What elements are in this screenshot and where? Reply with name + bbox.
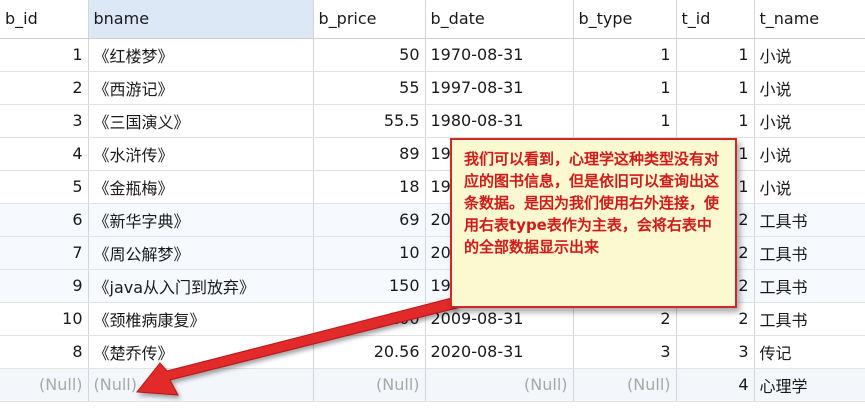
table-cell-b_id[interactable]: 7 xyxy=(0,236,89,270)
table-cell-t_id[interactable]: 4 xyxy=(676,368,755,402)
table-cell-b_date[interactable]: 1997-08-31 xyxy=(425,71,574,105)
table-cell-bname[interactable]: 《三国演义》 xyxy=(88,104,314,138)
table-cell-bname[interactable]: 《水浒传》 xyxy=(88,137,314,171)
table-cell-t_name[interactable]: 小说 xyxy=(754,137,865,171)
table-cell-b_type[interactable]: 1 xyxy=(573,38,677,72)
table-cell-b_price[interactable]: 55.5 xyxy=(313,104,426,138)
column-header-bname[interactable]: bname xyxy=(88,0,314,39)
table-cell-b_price[interactable]: 18 xyxy=(313,170,426,204)
table-cell-t_name[interactable]: 传记 xyxy=(754,335,865,369)
table-cell-b_id[interactable]: 6 xyxy=(0,203,89,237)
table-cell-t_name[interactable]: 小说 xyxy=(754,170,865,204)
table-cell-bname[interactable]: 《java从入门到放弃》 xyxy=(88,269,314,303)
table-cell-t_id[interactable]: 3 xyxy=(676,335,755,369)
table-cell-b_price[interactable]: 50 xyxy=(313,38,426,72)
table-cell-bname[interactable]: 《颈椎病康复》 xyxy=(88,302,314,336)
table-row[interactable]: 1 《红楼梦》 50 1970-08-31 1 1 小说 xyxy=(0,38,865,72)
table-cell-b_id[interactable]: 1 xyxy=(0,38,89,72)
table-cell-t_id[interactable]: 1 xyxy=(676,38,755,72)
table-cell-b_price[interactable]: 20.56 xyxy=(313,335,426,369)
table-cell-b_type[interactable]: (Null) xyxy=(573,368,677,402)
header-row: b_id bname b_price b_date b_type t_id t_… xyxy=(0,0,865,39)
column-header-b_price[interactable]: b_price xyxy=(313,0,426,39)
annotation-text: 我们可以看到，心理学这种类型没有对应的图书信息，但是依旧可以查询出这条数据。是因… xyxy=(464,150,720,256)
column-header-t_name[interactable]: t_name xyxy=(754,0,865,39)
table-row[interactable]: 8 《楚乔传》 20.56 2020-08-31 3 3 传记 xyxy=(0,335,865,369)
table-cell-b_date[interactable]: 1970-08-31 xyxy=(425,38,574,72)
column-header-b_id[interactable]: b_id xyxy=(0,0,89,39)
table-cell-b_price[interactable]: 89 xyxy=(313,137,426,171)
table-cell-b_price[interactable]: (Null) xyxy=(313,368,426,402)
table-cell-bname[interactable]: 《新华字典》 xyxy=(88,203,314,237)
table-cell-b_date[interactable]: (Null) xyxy=(425,368,574,402)
table-cell-t_id[interactable]: 1 xyxy=(676,104,755,138)
column-header-b_type[interactable]: b_type xyxy=(573,0,677,39)
table-cell-t_name[interactable]: 小说 xyxy=(754,104,865,138)
table-cell-t_name[interactable]: 小说 xyxy=(754,38,865,72)
table-cell-t_name[interactable]: 工具书 xyxy=(754,302,865,336)
table-cell-t_id[interactable]: 1 xyxy=(676,71,755,105)
table-cell-b_price[interactable]: 200 xyxy=(313,302,426,336)
table-cell-b_id[interactable]: 4 xyxy=(0,137,89,171)
table-cell-b_id[interactable]: (Null) xyxy=(0,368,89,402)
table-cell-b_id[interactable]: 2 xyxy=(0,71,89,105)
table-cell-t_name[interactable]: 工具书 xyxy=(754,269,865,303)
table-cell-bname[interactable]: 《楚乔传》 xyxy=(88,335,314,369)
table-cell-b_id[interactable]: 5 xyxy=(0,170,89,204)
annotation-callout: 我们可以看到，心理学这种类型没有对应的图书信息，但是依旧可以查询出这条数据。是因… xyxy=(450,138,737,308)
table-cell-b_price[interactable]: 150 xyxy=(313,269,426,303)
table-cell-bname[interactable]: 《西游记》 xyxy=(88,71,314,105)
table-cell-b_date[interactable]: 2020-08-31 xyxy=(425,335,574,369)
table-cell-t_name[interactable]: 工具书 xyxy=(754,203,865,237)
table-cell-bname[interactable]: 《周公解梦》 xyxy=(88,236,314,270)
table-cell-t_name[interactable]: 工具书 xyxy=(754,236,865,270)
table-cell-b_type[interactable]: 1 xyxy=(573,104,677,138)
table-cell-b_price[interactable]: 55 xyxy=(313,71,426,105)
table-cell-b_price[interactable]: 10 xyxy=(313,236,426,270)
table-cell-t_name[interactable]: 心理学 xyxy=(754,368,865,402)
table-cell-b_type[interactable]: 3 xyxy=(573,335,677,369)
column-header-t_id[interactable]: t_id xyxy=(676,0,755,39)
table-cell-t_name[interactable]: 小说 xyxy=(754,71,865,105)
table-cell-bname[interactable]: (Null) xyxy=(88,368,314,402)
table-row[interactable]: (Null) (Null) (Null) (Null) (Null) 4 心理学 xyxy=(0,368,865,402)
table-cell-b_id[interactable]: 10 xyxy=(0,302,89,336)
table-cell-b_price[interactable]: 69 xyxy=(313,203,426,237)
column-header-b_date[interactable]: b_date xyxy=(425,0,574,39)
table-cell-bname[interactable]: 《金瓶梅》 xyxy=(88,170,314,204)
table-cell-b_date[interactable]: 1980-08-31 xyxy=(425,104,574,138)
table-row[interactable]: 2 《西游记》 55 1997-08-31 1 1 小说 xyxy=(0,71,865,105)
table-cell-b_id[interactable]: 9 xyxy=(0,269,89,303)
table-cell-b_type[interactable]: 1 xyxy=(573,71,677,105)
table-cell-b_id[interactable]: 8 xyxy=(0,335,89,369)
table-cell-bname[interactable]: 《红楼梦》 xyxy=(88,38,314,72)
table-cell-b_id[interactable]: 3 xyxy=(0,104,89,138)
table-row[interactable]: 3 《三国演义》 55.5 1980-08-31 1 1 小说 xyxy=(0,104,865,138)
